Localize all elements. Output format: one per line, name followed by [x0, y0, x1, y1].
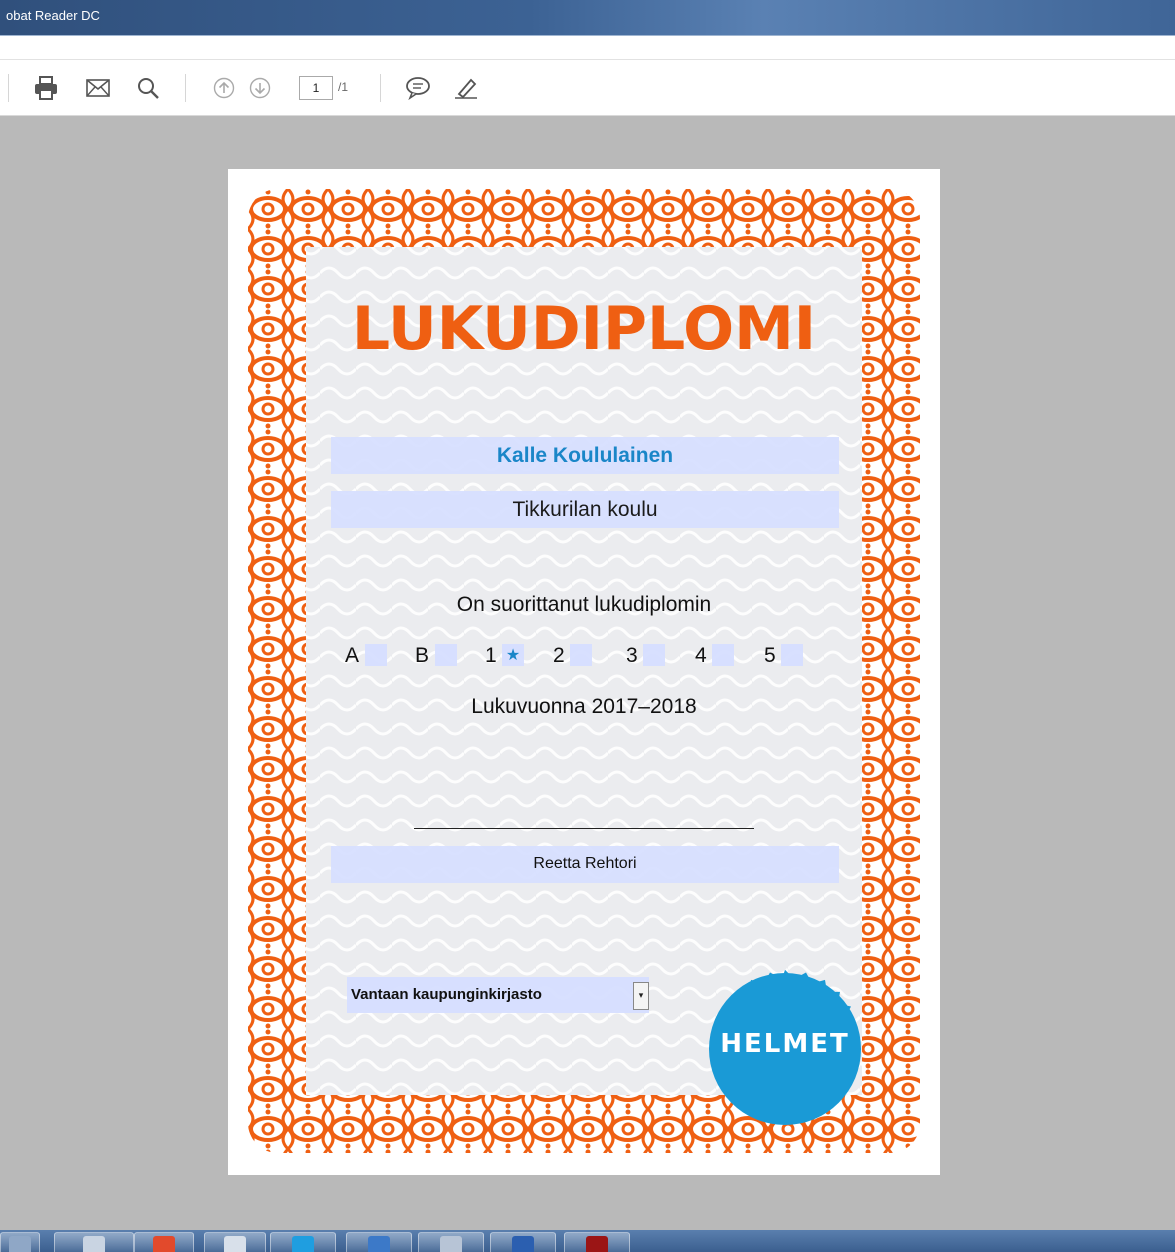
taskbar-item-skype[interactable]: [270, 1232, 336, 1252]
taskbar-item-window[interactable]: [418, 1232, 484, 1252]
level-checkbox-1[interactable]: ★: [502, 644, 524, 666]
pen-icon: [455, 78, 477, 99]
level-checkbox-3[interactable]: [643, 644, 665, 666]
school-name: Tikkurilan koulu: [512, 498, 658, 521]
taskbar-item-acrobat[interactable]: [564, 1232, 630, 1252]
arrow-up-circle-icon: [213, 77, 235, 99]
acrobat-icon: [586, 1236, 608, 1252]
browser-icon: [153, 1236, 175, 1252]
document-page: LUKUDIPLOMI Kalle Koululainen Tikkurilan…: [228, 169, 940, 1175]
school-year: Lukuvuonna 2017–2018: [471, 695, 697, 718]
toolbar-separator: [8, 74, 9, 102]
level-checkbox-a[interactable]: [365, 644, 387, 666]
taskbar: [0, 1230, 1175, 1252]
taskbar-item-browser[interactable]: [134, 1232, 194, 1252]
word-icon: [512, 1236, 534, 1252]
level-checkbox-4[interactable]: [712, 644, 734, 666]
school-field[interactable]: Tikkurilan koulu: [331, 491, 839, 528]
page-number-input[interactable]: 1: [299, 76, 333, 100]
diploma-title: LUKUDIPLOMI: [351, 294, 817, 364]
search-button[interactable]: [132, 72, 164, 104]
search-icon: [138, 78, 159, 99]
page-total: /1: [338, 80, 349, 94]
level-label-1: 1: [485, 644, 497, 667]
level-label-2: 2: [553, 644, 565, 667]
taskbar-item-app[interactable]: [346, 1232, 412, 1252]
level-label-4: 4: [695, 644, 707, 667]
comment-button[interactable]: [402, 72, 434, 104]
signer-field[interactable]: Reetta Rehtori: [331, 846, 839, 883]
level-checkbox-b[interactable]: [435, 644, 457, 666]
seal-text: HELMET: [720, 1029, 850, 1059]
taskbar-item-network[interactable]: [204, 1232, 266, 1252]
network-icon: [224, 1236, 246, 1252]
toolbar-separator: [185, 74, 186, 102]
app-icon: [368, 1236, 390, 1252]
highlight-button[interactable]: [450, 72, 482, 104]
next-page-button[interactable]: [244, 72, 276, 104]
taskbar-item-start[interactable]: [0, 1232, 40, 1252]
toolbar: 1 /1: [0, 60, 1175, 116]
level-checkbox-2[interactable]: [570, 644, 592, 666]
signature-line: [414, 828, 754, 829]
skype-icon: [292, 1236, 314, 1252]
arrow-down-circle-icon: [249, 77, 271, 99]
previous-page-button[interactable]: [208, 72, 240, 104]
dropdown-arrow-icon[interactable]: ▾: [633, 982, 649, 1010]
taskbar-item-word[interactable]: [490, 1232, 556, 1252]
completed-text: On suorittanut lukudiplomin: [456, 593, 712, 616]
envelope-icon: [86, 79, 110, 97]
menu-strip: [0, 36, 1175, 60]
window-icon: [440, 1236, 462, 1252]
level-checkbox-5[interactable]: [781, 644, 803, 666]
level-label-5: 5: [764, 644, 776, 667]
folder-icon: [83, 1236, 105, 1252]
level-label-b: B: [415, 644, 430, 667]
printer-icon: [35, 76, 57, 100]
window-title: obat Reader DC: [6, 8, 100, 23]
student-name: Kalle Koululainen: [496, 444, 674, 467]
student-name-field[interactable]: Kalle Koululainen: [331, 437, 839, 474]
signer-name: Reetta Rehtori: [533, 855, 637, 872]
library-select-value: Vantaan kaupunginkirjasto: [351, 986, 542, 1003]
email-button[interactable]: [82, 72, 114, 104]
taskbar-item-explorer[interactable]: [54, 1232, 134, 1252]
toolbar-separator: [380, 74, 381, 102]
print-button[interactable]: [30, 72, 62, 104]
level-label-a: A: [345, 644, 360, 667]
level-label-3: 3: [626, 644, 638, 667]
library-select[interactable]: Vantaan kaupunginkirjasto ▾: [347, 977, 649, 1013]
window-titlebar: obat Reader DC: [0, 0, 1175, 36]
comment-icon: [406, 77, 430, 100]
start-icon: [9, 1236, 31, 1252]
